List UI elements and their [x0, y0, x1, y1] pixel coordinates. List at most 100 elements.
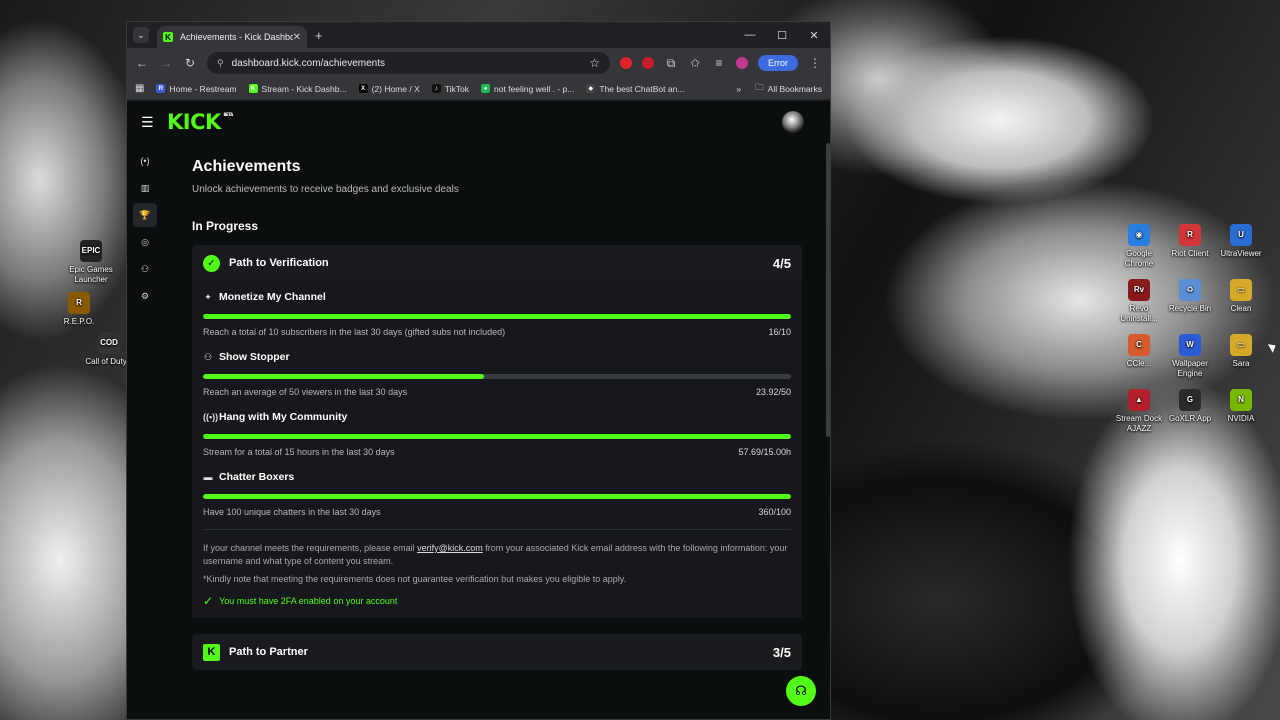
new-tab-button[interactable]: + — [315, 28, 323, 43]
requirement-name: Show Stopper — [219, 351, 290, 363]
desktop-shortcut-label: Revo Uninstall... — [1120, 304, 1158, 323]
support-headset-button[interactable]: ☊ — [786, 676, 816, 706]
analytics-icon[interactable]: ▥ — [133, 176, 157, 200]
close-tab-icon[interactable]: ✕ — [293, 32, 301, 43]
desktop-shortcut[interactable]: ▭ Sara — [1214, 334, 1268, 369]
kick-logo[interactable]: KICK BETA — [167, 110, 233, 134]
trophy-icon[interactable]: 🏆 — [133, 203, 157, 227]
verification-title: Path to Verification — [229, 257, 329, 269]
bookmarks-icon[interactable]: ✩ — [688, 56, 702, 70]
requirement-description: Reach a total of 10 subscribers in the l… — [203, 327, 506, 337]
apps-grid-icon[interactable]: ▦ — [135, 83, 144, 94]
progress-bar — [203, 494, 791, 499]
desktop-shortcut[interactable]: ♻ Recycle Bin — [1163, 279, 1217, 314]
bookmarks-overflow-button[interactable]: » — [736, 84, 741, 94]
desktop-shortcut[interactable]: ▲ Stream Dock AJAZZ — [1112, 389, 1166, 434]
extension-adblock-icon[interactable] — [642, 57, 654, 69]
page-scrollbar[interactable] — [826, 143, 830, 437]
moderation-icon[interactable]: ⚇ — [133, 257, 157, 281]
community-icon[interactable]: ◎ — [133, 230, 157, 254]
desktop-shortcut-label: Wallpaper Engine — [1172, 359, 1208, 378]
minimize-button[interactable]: — — [734, 22, 766, 48]
partner-card[interactable]: K Path to Partner 3/5 — [192, 634, 802, 670]
hamburger-menu-icon[interactable]: ☰ — [141, 114, 155, 131]
error-button[interactable]: Error — [758, 55, 798, 71]
desktop-shortcut-label: Epic Games Launcher — [69, 265, 113, 284]
reload-button[interactable]: ↻ — [183, 56, 197, 70]
bookmark-item[interactable]: ● not feeling well . - p... — [481, 84, 574, 94]
app-icon: ▭ — [1230, 279, 1252, 301]
desktop-shortcut[interactable]: R R.E.P.O. — [52, 292, 106, 327]
profile-avatar-icon[interactable] — [736, 57, 748, 69]
close-window-button[interactable]: ✕ — [798, 22, 830, 48]
verify-email-link[interactable]: verify@kick.com — [417, 543, 483, 553]
tab-search-button[interactable]: ⌄ — [133, 27, 149, 43]
bookmark-item[interactable]: R Home - Restream — [156, 84, 237, 94]
desktop-shortcut-label: GoXLR App — [1168, 414, 1212, 423]
verification-note: If your channel meets the requirements, … — [203, 542, 791, 568]
address-bar[interactable]: ⚲ dashboard.kick.com/achievements ☆ — [207, 52, 610, 74]
requirement-name: Monetize My Channel — [219, 291, 326, 303]
menu-kebab-icon[interactable]: ⋮ — [808, 56, 822, 70]
app-icon: R — [1179, 224, 1201, 246]
partner-title: Path to Partner — [229, 646, 308, 658]
tab-achievements[interactable]: K Achievements - Kick Dashboard ✕ — [157, 26, 307, 48]
desktop-shortcut[interactable]: ▭ Clean — [1214, 279, 1268, 314]
progress-fill — [203, 374, 485, 379]
bookmark-label: (2) Home / X — [371, 83, 420, 94]
desktop-shortcut[interactable]: G GoXLR App — [1163, 389, 1217, 424]
desktop-shortcut[interactable]: C CCle... — [1112, 334, 1166, 369]
app-icon: U — [1230, 224, 1252, 246]
app-icon: EPIC — [80, 240, 102, 262]
bookmark-item[interactable]: X (2) Home / X — [358, 83, 420, 94]
app-icon: COD — [98, 332, 120, 354]
forward-button[interactable]: → — [159, 56, 173, 70]
users-icon: ⚇ — [203, 351, 213, 362]
all-bookmarks-button[interactable]: 🗀 All Bookmarks — [755, 82, 822, 96]
note-prefix: If your channel meets the requirements, … — [203, 543, 418, 553]
bookmark-item[interactable]: ♪ TikTok — [431, 83, 469, 94]
bookmark-item[interactable]: ◆ The best ChatBot an... — [586, 84, 684, 94]
bookmarks-bar: ▦ R Home - Restream K Stream - Kick Dashb..… — [127, 78, 830, 100]
desktop-shortcut[interactable]: W Wallpaper Engine — [1163, 334, 1217, 379]
maximize-button[interactable]: ☐ — [766, 22, 798, 48]
extensions-puzzle-icon[interactable]: ⧉ — [664, 56, 678, 71]
verification-card-header[interactable]: ✓ Path to Verification 4/5 — [192, 245, 802, 281]
media-controls-icon[interactable]: ≡ — [712, 56, 726, 70]
desktop-shortcut[interactable]: EPIC Epic Games Launcher — [64, 240, 118, 285]
requirement-name: Hang with My Community — [219, 411, 348, 423]
bookmark-label: TikTok — [444, 83, 469, 94]
stream-icon[interactable]: (•) — [133, 149, 157, 173]
bookmark-item[interactable]: K Stream - Kick Dashb... — [248, 84, 347, 94]
desktop-shortcut[interactable]: ◉ Google Chrome — [1112, 224, 1166, 269]
desktop-shortcut-label: NVIDIA — [1227, 414, 1255, 423]
desktop-shortcut-label: Clean — [1230, 304, 1252, 313]
extension-red-icon[interactable] — [620, 57, 632, 69]
partner-count: 3/5 — [772, 644, 791, 660]
desktop-shortcut-label: CCle... — [1126, 359, 1152, 368]
bookmark-label: not feeling well . - p... — [494, 83, 575, 94]
desktop-shortcut[interactable]: N NVIDIA — [1214, 389, 1268, 424]
verification-disclaimer: *Kindly note that meeting the requiremen… — [203, 574, 627, 584]
bookmark-favicon-icon: K — [248, 84, 258, 93]
requirement-description: Stream for a total of 15 hours in the la… — [203, 447, 395, 457]
twofa-requirement: ✓ You must have 2FA enabled on your acco… — [203, 594, 791, 608]
settings-gear-icon[interactable]: ⚙ — [133, 284, 157, 308]
bookmark-star-icon[interactable]: ☆ — [589, 56, 600, 70]
verification-card[interactable]: ✓ Path to Verification 4/5 ✦ Monetize My… — [192, 245, 802, 618]
back-button[interactable]: ← — [135, 56, 149, 70]
desktop-shortcut[interactable]: U UltraViewer — [1214, 224, 1268, 259]
app-icon: ♻ — [1179, 279, 1201, 301]
app-icon: Rv — [1128, 279, 1150, 301]
chat-icon: ▬ — [203, 472, 213, 482]
requirement-list: ✦ Monetize My Channel Reach a total of 1… — [203, 289, 791, 517]
desktop-shortcut[interactable]: R Riot Client — [1163, 224, 1217, 259]
app-icon: ◉ — [1128, 224, 1150, 246]
kick-favicon-icon: K — [163, 32, 173, 42]
desktop-shortcut[interactable]: Rv Revo Uninstall... — [1112, 279, 1166, 324]
desktop-shortcut-label: Stream Dock AJAZZ — [1115, 414, 1163, 433]
requirement-description: Reach an average of 50 viewers in the la… — [203, 387, 408, 397]
page-title: Achievements — [192, 158, 301, 175]
site-info-icon[interactable]: ⚲ — [217, 58, 224, 69]
user-avatar[interactable] — [782, 111, 804, 133]
